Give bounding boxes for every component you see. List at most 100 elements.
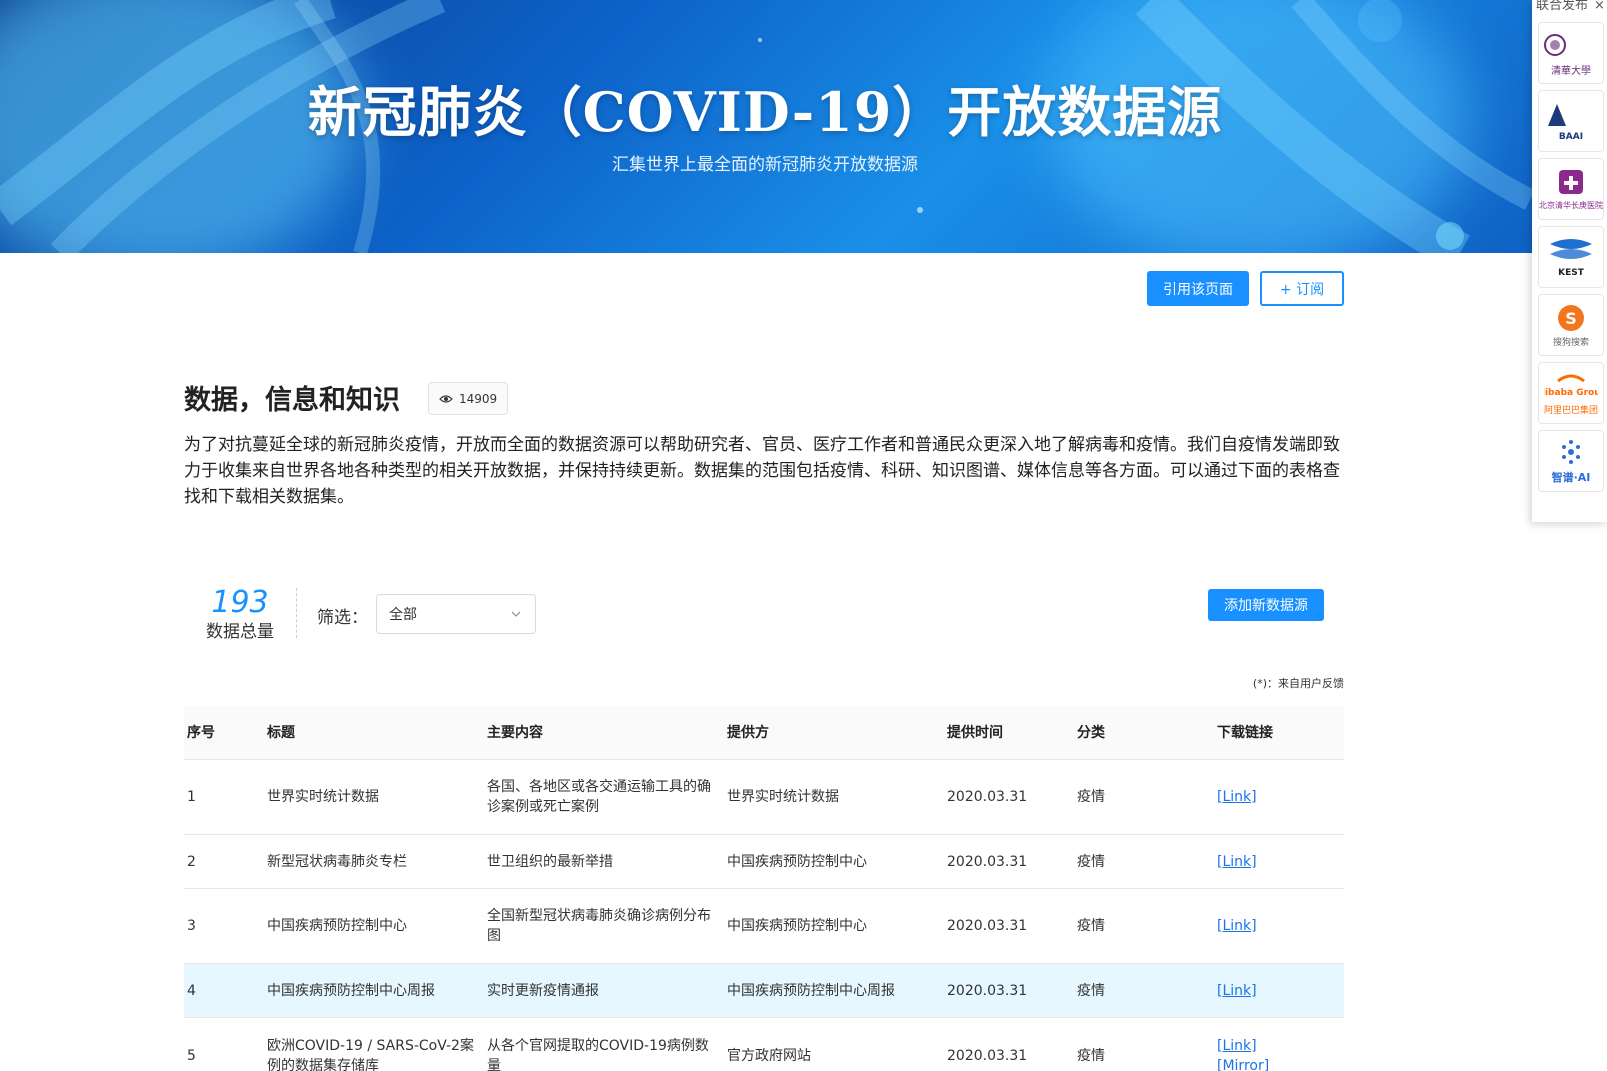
partner-alibaba[interactable]: Alibaba Group 阿里巴巴集团: [1538, 362, 1604, 424]
row-provider: 官方政府网站: [727, 1047, 811, 1064]
partner-caption: 搜狗搜索: [1552, 337, 1589, 348]
row-no: 4: [187, 982, 196, 999]
user-feedback-note: (*)：来自用户反馈: [1252, 677, 1344, 690]
row-date: 2020.03.31: [947, 918, 1028, 934]
chevron-down-icon: [511, 611, 521, 617]
row-provider: 中国疾病预防控制中心: [727, 853, 867, 870]
view-count-badge: 14909: [428, 382, 509, 415]
partner-sogou[interactable]: S 搜狗搜索: [1538, 294, 1604, 356]
partners-heading-label: 联合发布: [1536, 0, 1589, 13]
download-link[interactable]: [Link]: [1217, 787, 1257, 807]
partner-name: 北京清华长庚医院: [1539, 200, 1603, 210]
partner-tsinghua[interactable]: 清華大學: [1538, 22, 1604, 84]
col-header-date: 提供时间: [947, 724, 1003, 741]
row-provider: 世界实时统计数据: [727, 789, 839, 805]
row-date: 2020.03.31: [947, 789, 1028, 805]
partners-heading: 联合发布 ×: [1536, 0, 1605, 13]
partner-caption: BAAI: [1558, 132, 1584, 142]
page-title: 新冠肺炎（COVID-19）开放数据源: [307, 80, 1223, 144]
row-category: 疫情: [1077, 789, 1105, 805]
row-no: 3: [187, 918, 196, 934]
row-provider: 中国疾病预防控制中心: [727, 918, 867, 934]
mirror-link[interactable]: [Mirror]: [1217, 1056, 1269, 1071]
hospital-logo-icon: [1559, 169, 1583, 194]
row-title: 欧洲COVID-19 / SARS-CoV-2案例的数据集存储库: [267, 1037, 474, 1071]
download-link[interactable]: [Link]: [1217, 916, 1257, 936]
row-title: 新型冠状病毒肺炎专栏: [267, 853, 407, 870]
partner-name: 智谱·AI: [1551, 471, 1591, 484]
row-no: 1: [187, 789, 196, 805]
row-content: 世卫组织的最新举措: [487, 853, 613, 870]
col-header-category: 分类: [1077, 724, 1105, 741]
col-header-no: 序号: [187, 724, 215, 741]
alibaba-logo-icon: Alibaba Group: [1544, 374, 1598, 398]
row-no: 5: [187, 1047, 196, 1064]
table-row: 1 世界实时统计数据 各国、各地区或各交通运输工具的确诊案例或死亡案例 世界实时…: [184, 760, 1344, 835]
row-content: 全国新型冠状病毒肺炎确诊病例分布图: [487, 908, 711, 944]
row-category: 疫情: [1077, 853, 1105, 870]
dataset-total-label: 数据总量: [206, 622, 274, 642]
table-row: 4 中国疾病预防控制中心周报 实时更新疫情通报 中国疾病预防控制中心周报 202…: [184, 964, 1344, 1018]
col-header-content: 主要内容: [487, 724, 543, 741]
row-date: 2020.03.31: [947, 982, 1028, 999]
row-links: [Link]: [1217, 889, 1337, 963]
row-title: 中国疾病预防控制中心: [267, 918, 407, 934]
row-category: 疫情: [1077, 982, 1105, 999]
filter-selected-value: 全部: [389, 607, 417, 623]
add-data-source-button[interactable]: 添加新数据源: [1208, 589, 1324, 621]
table-row: 2 新型冠状病毒肺炎专栏 世卫组织的最新举措 中国疾病预防控制中心 2020.0…: [184, 835, 1344, 889]
row-links: [Link]: [1217, 760, 1337, 834]
partners-panel: 联合发布 × 清華大學 BAAI 北京清华长庚医院 KEST S 搜狗搜索 ib…: [1532, 0, 1607, 522]
download-link[interactable]: [Link]: [1217, 1036, 1257, 1056]
col-header-links: 下载链接: [1217, 724, 1273, 741]
partner-zhipu[interactable]: 智谱·AI: [1538, 430, 1604, 492]
partner-hospital[interactable]: 北京清华长庚医院: [1538, 158, 1604, 220]
col-header-provider: 提供方: [727, 724, 769, 741]
row-category: 疫情: [1077, 918, 1105, 934]
table-row: 3 中国疾病预防控制中心 全国新型冠状病毒肺炎确诊病例分布图 中国疾病预防控制中…: [184, 889, 1344, 964]
download-link[interactable]: [Link]: [1217, 852, 1257, 872]
row-title: 中国疾病预防控制中心周报: [267, 982, 435, 999]
row-links: [Link]: [1217, 835, 1337, 888]
view-count: 14909: [459, 391, 498, 406]
row-content: 实时更新疫情通报: [487, 982, 599, 999]
col-header-title: 标题: [267, 724, 295, 741]
partner-baai[interactable]: BAAI: [1538, 90, 1604, 152]
alibaba-logo-text: Alibaba Group: [1544, 388, 1598, 398]
hero-banner: 新冠肺炎（COVID-19）开放数据源 汇集世界上最全面的新冠肺炎开放数据源: [0, 0, 1607, 253]
dataset-total-count: 193: [211, 585, 269, 620]
row-content: 从各个官网提取的COVID-19病例数量: [487, 1037, 709, 1071]
kest-logo-icon: [1550, 239, 1592, 259]
eye-icon: [439, 394, 453, 403]
row-category: 疫情: [1077, 1047, 1105, 1064]
sogou-logo-icon: S: [1558, 304, 1584, 331]
partner-name: KEST: [1558, 268, 1584, 278]
download-link[interactable]: [Link]: [1217, 981, 1257, 1001]
partner-caption: 阿里巴巴集团: [1543, 405, 1598, 416]
row-no: 2: [187, 853, 196, 870]
filter-label: 筛选：: [317, 608, 368, 628]
subscribe-button[interactable]: + 订阅: [1260, 271, 1344, 306]
filter-select[interactable]: 全部: [376, 594, 536, 634]
row-date: 2020.03.31: [947, 1047, 1028, 1064]
table-header: 序号 标题 主要内容 提供方 提供时间 分类 下载链接: [184, 706, 1344, 760]
zhipu-logo-icon: [1562, 440, 1580, 464]
close-icon[interactable]: ×: [1594, 0, 1605, 13]
section-description: 为了对抗蔓延全球的新冠肺炎疫情，开放而全面的数据资源可以帮助研究者、官员、医疗工…: [184, 435, 1340, 507]
section-title: 数据，信息和知识: [184, 385, 400, 416]
row-provider: 中国疾病预防控制中心周报: [727, 982, 895, 999]
svg-text:S: S: [1565, 309, 1577, 328]
page-subtitle: 汇集世界上最全面的新冠肺炎开放数据源: [612, 155, 918, 175]
partner-name: 清華大學: [1551, 65, 1591, 77]
baai-logo-icon: [1548, 104, 1566, 126]
row-links: [Link]: [1217, 964, 1337, 1017]
data-sources-table: 序号 标题 主要内容 提供方 提供时间 分类 下载链接 1 世界实时统计数据 各…: [184, 706, 1344, 1071]
tsinghua-logo-icon: [1544, 33, 1566, 56]
table-row: 5 欧洲COVID-19 / SARS-CoV-2案例的数据集存储库 从各个官网…: [184, 1018, 1344, 1071]
stats-divider: [296, 588, 297, 638]
row-content: 各国、各地区或各交通运输工具的确诊案例或死亡案例: [487, 779, 711, 815]
partner-kest[interactable]: KEST: [1538, 226, 1604, 288]
row-date: 2020.03.31: [947, 853, 1028, 870]
row-links: [Link] [Mirror]: [1217, 1018, 1337, 1071]
cite-page-button[interactable]: 引用该页面: [1147, 271, 1249, 306]
